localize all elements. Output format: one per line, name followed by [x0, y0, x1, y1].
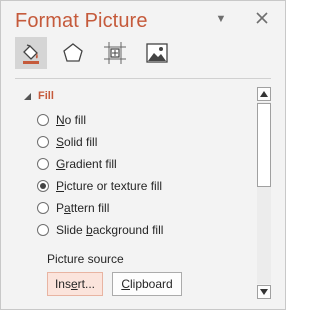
- scroll-thumb[interactable]: [257, 103, 271, 187]
- picture-icon: [146, 43, 168, 63]
- radio-label: Picture or texture fill: [56, 179, 163, 193]
- fill-line-icon: [23, 44, 39, 64]
- radio-label: Pattern fill: [56, 201, 110, 215]
- vertical-scrollbar[interactable]: [256, 87, 272, 299]
- fill-section-header[interactable]: Fill: [23, 90, 54, 102]
- radio-button-selected[interactable]: [37, 180, 49, 192]
- radio-button[interactable]: [37, 202, 49, 214]
- radio-gradient-fill[interactable]: Gradient fill: [37, 157, 117, 171]
- category-tabs: [15, 37, 183, 69]
- radio-button[interactable]: [37, 136, 49, 148]
- radio-button[interactable]: [37, 114, 49, 126]
- radio-label: No fill: [56, 113, 87, 127]
- radio-label: Solid fill: [56, 135, 98, 149]
- clipboard-button[interactable]: Clipboard: [112, 272, 182, 296]
- effects-pentagon-icon: [63, 43, 83, 62]
- radio-no-fill[interactable]: No fill: [37, 113, 86, 127]
- scroll-down-button[interactable]: [257, 285, 271, 299]
- triangle-down-icon: [260, 289, 268, 295]
- tab-divider: [15, 78, 271, 79]
- radio-label: Gradient fill: [56, 157, 117, 171]
- tab-effects[interactable]: [57, 37, 89, 69]
- radio-solid-fill[interactable]: Solid fill: [37, 135, 97, 149]
- collapse-triangle-icon: [24, 92, 31, 100]
- radio-button[interactable]: [37, 224, 49, 236]
- radio-pattern-fill[interactable]: Pattern fill: [37, 201, 109, 215]
- tab-fill-line[interactable]: [15, 37, 47, 69]
- size-properties-icon: [104, 42, 126, 64]
- fill-section-title: Fill: [38, 90, 54, 102]
- tab-picture[interactable]: [141, 37, 173, 69]
- chevron-down-icon: ▼: [215, 13, 227, 25]
- radio-button[interactable]: [37, 158, 49, 170]
- close-icon: [256, 12, 268, 24]
- tab-size-properties[interactable]: [99, 37, 131, 69]
- picture-source-label: Picture source: [47, 252, 124, 266]
- triangle-up-icon: [260, 91, 268, 97]
- close-button[interactable]: [252, 8, 272, 28]
- pane-options-button[interactable]: ▼: [213, 10, 229, 28]
- insert-button[interactable]: Ins e rt...: [47, 272, 103, 296]
- pane-title: Format Picture: [15, 10, 148, 32]
- format-picture-pane: Format Picture ▼ Fill No fill Solid fill…: [0, 0, 286, 310]
- radio-slide-background-fill[interactable]: Slide background fill: [37, 223, 163, 237]
- scroll-up-button[interactable]: [257, 87, 271, 101]
- radio-picture-texture-fill[interactable]: Picture or texture fill: [37, 179, 162, 193]
- radio-label: Slide background fill: [56, 223, 164, 237]
